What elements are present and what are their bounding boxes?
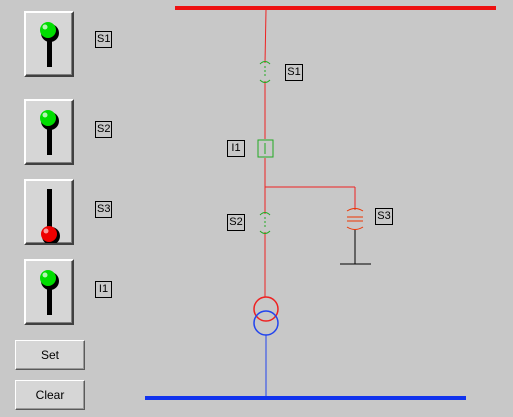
single-line-diagram [145,6,496,400]
diagram-label-s2: S2 [227,214,245,231]
diagram-label-s1: S1 [285,64,303,81]
breaker-i1-symbol [257,139,274,158]
disconnector-s2-symbol [259,212,271,234]
transformer-primary-coil [253,296,279,322]
diagram-label-i1: I1 [227,140,245,157]
transformer-secondary-coil [253,310,279,336]
feeder-wire [264,9,267,64]
earth-switch-s3-symbol [346,208,364,230]
disconnector-s1-symbol [259,61,271,83]
diagram-label-s3: S3 [375,208,393,225]
